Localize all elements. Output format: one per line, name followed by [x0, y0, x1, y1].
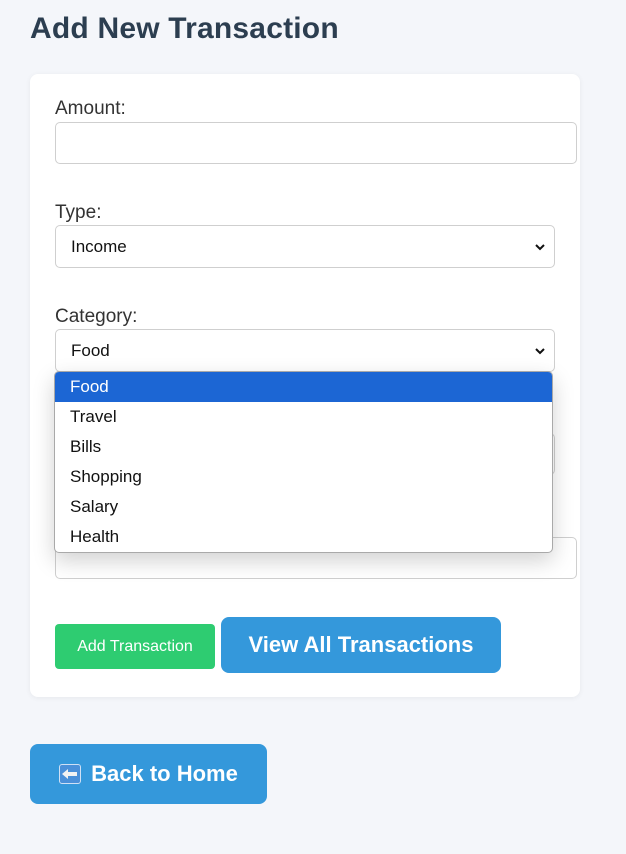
amount-label: Amount: — [55, 98, 126, 119]
dropdown-option-travel[interactable]: Travel — [55, 402, 552, 432]
view-all-transactions-button[interactable]: View All Transactions — [221, 617, 501, 673]
category-dropdown-list: Food Travel Bills Shopping Salary Health — [54, 371, 553, 553]
back-to-home-button[interactable]: Back to Home — [30, 744, 267, 804]
category-select-value: Food — [71, 340, 110, 360]
dropdown-option-bills[interactable]: Bills — [55, 432, 552, 462]
type-label: Type: — [55, 202, 102, 223]
chevron-down-icon — [535, 347, 545, 354]
dropdown-option-salary[interactable]: Salary — [55, 492, 552, 522]
back-to-home-label: Back to Home — [91, 761, 238, 786]
category-select[interactable]: Food — [55, 329, 555, 372]
page-title: Add New Transaction — [30, 12, 339, 45]
amount-input[interactable] — [55, 122, 577, 164]
dropdown-option-health[interactable]: Health — [55, 522, 552, 552]
dropdown-option-food[interactable]: Food — [55, 372, 552, 402]
dropdown-option-shopping[interactable]: Shopping — [55, 462, 552, 492]
left-arrow-icon — [59, 764, 82, 784]
category-label: Category: — [55, 306, 138, 327]
type-select[interactable]: Income — [55, 225, 555, 268]
type-select-value: Income — [71, 236, 127, 256]
add-transaction-button[interactable]: Add Transaction — [55, 624, 215, 669]
chevron-down-icon — [535, 243, 545, 250]
